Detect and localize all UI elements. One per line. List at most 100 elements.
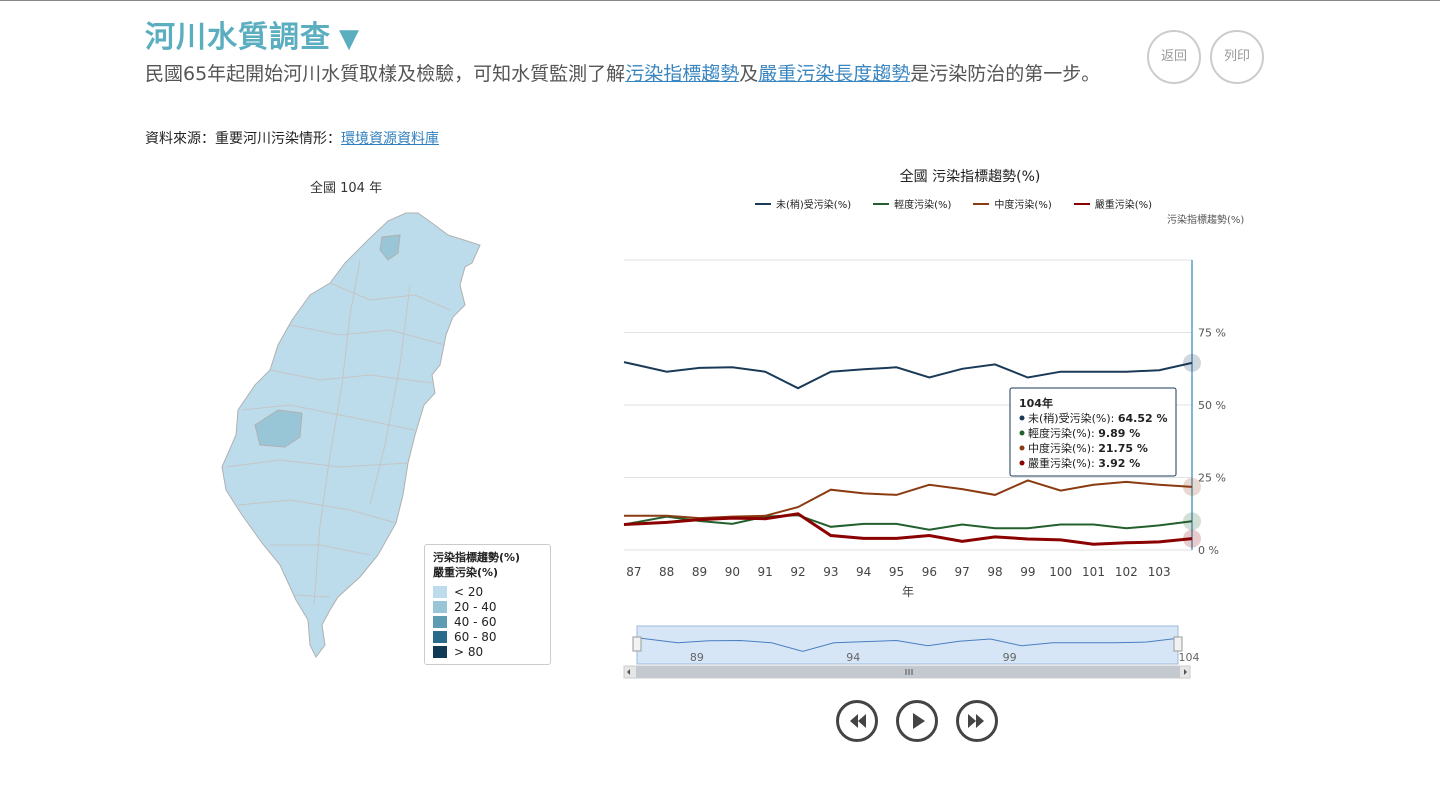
navigator-handle[interactable] [632, 636, 642, 652]
chart-legend-label: 輕度污染(%) [894, 200, 952, 211]
dropdown-triangle-icon[interactable]: ▼ [339, 24, 360, 54]
fast-forward-button[interactable] [956, 700, 998, 742]
x-tick-label: 103 [1148, 565, 1171, 579]
y-tick-label: 75 % [1198, 327, 1226, 340]
legend-line-swatch [873, 202, 890, 205]
source-label: 資料來源：重要河川污染情形： [145, 131, 341, 147]
x-tick-label: 92 [790, 565, 805, 579]
fast-forward-icon [968, 714, 984, 728]
x-tick-label: 98 [987, 565, 1002, 579]
tooltip-line-label: 未(稍)受污染(%): [1028, 411, 1118, 425]
series-line[interactable] [624, 479, 1193, 520]
legend-swatch [433, 630, 447, 643]
series-end-marker[interactable] [1183, 512, 1201, 531]
play-icon [913, 713, 925, 729]
x-tick-label: 99 [1020, 565, 1035, 579]
desc-text-2: 及 [739, 63, 759, 85]
play-button[interactable] [896, 700, 938, 742]
tooltip-bullet [1019, 430, 1025, 436]
legend-swatch [433, 645, 447, 658]
x-tick-label: 94 [856, 565, 871, 579]
top-border [0, 0, 1440, 1]
navigator-tick-label: 99 [1003, 651, 1017, 664]
series-line[interactable] [623, 361, 1193, 390]
print-button[interactable]: 列印 [1210, 30, 1264, 84]
x-axis-title: 年 [902, 585, 914, 599]
x-tick-label: 87 [626, 565, 641, 579]
rewind-button[interactable] [836, 700, 878, 742]
series-end-marker[interactable] [1183, 529, 1201, 548]
page-description: 民國65年起開始河川水質取樣及檢驗，可知水質監測了解污染指標趨勢及嚴重污染長度趨… [145, 58, 1110, 91]
line-chart[interactable]: 0 % 25 % 50 % 75 % 87 88 89 90 91 92 93 94 95 96 97 98 9… [600, 240, 1240, 620]
legend-line-swatch [973, 202, 990, 205]
chart-legend: 未(稍)受污染(%) 輕度污染(%) 中度污染(%) 嚴重污染(%) [755, 196, 1174, 211]
back-button[interactable]: 返回 [1147, 30, 1201, 84]
legend-swatch [433, 600, 447, 613]
legend-item-label: 60 - 80 [454, 629, 497, 644]
tooltip-line-value: 21.75 % [1098, 442, 1148, 455]
page-title-text: 河川水質調查 [145, 20, 331, 55]
tooltip-bullet [1019, 460, 1025, 466]
legend-item-label: 20 - 40 [454, 599, 497, 614]
legend-title-line2: 嚴重污染(%) [433, 566, 499, 579]
series-end-marker[interactable] [1183, 353, 1201, 372]
data-source: 資料來源：重要河川污染情形：環境資源資料庫 [145, 128, 439, 148]
chart-legend-item[interactable]: 未(稍)受污染(%) [755, 196, 851, 211]
legend-line-swatch [755, 202, 771, 205]
x-tick-label: 96 [922, 565, 937, 579]
chart-legend-item[interactable]: 嚴重污染(%) [1073, 196, 1153, 211]
y-axis-title: 污染指標趨勢(%) [1167, 215, 1245, 226]
legend-item-label: 40 - 60 [454, 614, 497, 629]
navigator-tick-label: 104 [1179, 651, 1200, 664]
desc-text-3: 是污染防治的第一步。 [910, 63, 1101, 85]
legend-line-swatch [1073, 202, 1090, 205]
y-tick-label: 50 % [1198, 399, 1226, 412]
navigator-handle[interactable] [1173, 636, 1183, 652]
x-tick-label: 88 [659, 565, 674, 579]
x-tick-label: 93 [823, 565, 838, 579]
tooltip-line-label: 中度污染(%): [1028, 441, 1098, 455]
y-tick-label: 25 % [1198, 472, 1226, 485]
page-title: 河川水質調查 ▼ [145, 12, 360, 56]
x-tick-label: 101 [1082, 565, 1105, 579]
x-tick-label: 90 [725, 565, 740, 579]
severe-pollution-length-link[interactable]: 嚴重污染長度趨勢 [758, 63, 910, 85]
legend-title: 污染指標趨勢(%) 嚴重污染(%) [433, 550, 520, 580]
navigator-scrollbar-thumb[interactable] [636, 666, 1180, 678]
legend-item[interactable]: < 20 [433, 584, 484, 599]
legend-item[interactable]: > 80 [433, 644, 484, 659]
legend-title-line1: 污染指標趨勢(%) [433, 551, 521, 564]
tooltip-bullet [1019, 415, 1025, 421]
chart-legend-label: 中度污染(%) [994, 200, 1052, 211]
map-title: 全國 104 年 [310, 181, 383, 196]
tooltip-line: 未(稍)受污染(%): 64.52 % [1028, 411, 1167, 425]
legend-item[interactable]: 20 - 40 [433, 599, 497, 614]
x-tick-label: 95 [889, 565, 904, 579]
legend-item[interactable]: 60 - 80 [433, 629, 497, 644]
y-tick-label: 0 % [1198, 544, 1219, 557]
tooltip-line-label: 嚴重污染(%): [1028, 456, 1098, 470]
tooltip-line: 中度污染(%): 21.75 % [1028, 441, 1148, 455]
legend-item-label: < 20 [454, 584, 484, 599]
chart-legend-label: 嚴重污染(%) [1094, 200, 1153, 211]
chart-legend-label: 未(稍)受污染(%) [776, 200, 852, 211]
chart-title: 全國 污染指標趨勢(%) [899, 169, 1041, 185]
legend-swatch [433, 585, 447, 598]
pollution-trend-link[interactable]: 污染指標趨勢 [625, 63, 739, 85]
chart-legend-item[interactable]: 中度污染(%) [973, 196, 1052, 211]
tooltip-bullet [1019, 445, 1025, 451]
x-tick-label: 102 [1115, 565, 1138, 579]
tooltip-line: 嚴重污染(%): 3.92 % [1028, 456, 1140, 470]
tooltip-line-value: 64.52 % [1118, 412, 1168, 425]
legend-item[interactable]: 40 - 60 [433, 614, 497, 629]
x-tick-label: 97 [955, 565, 970, 579]
navigator-selection[interactable] [636, 625, 1179, 665]
series-end-marker[interactable] [1183, 477, 1201, 496]
series-line[interactable] [623, 512, 1193, 546]
rewind-icon [850, 714, 866, 728]
chart-legend-item[interactable]: 輕度污染(%) [873, 196, 951, 211]
source-database-link[interactable]: 環境資源資料庫 [341, 131, 439, 147]
navigator-tick-label: 89 [690, 651, 704, 664]
legend-item-label: > 80 [454, 644, 484, 659]
range-navigator[interactable]: 89 94 99 104 [620, 620, 1200, 682]
